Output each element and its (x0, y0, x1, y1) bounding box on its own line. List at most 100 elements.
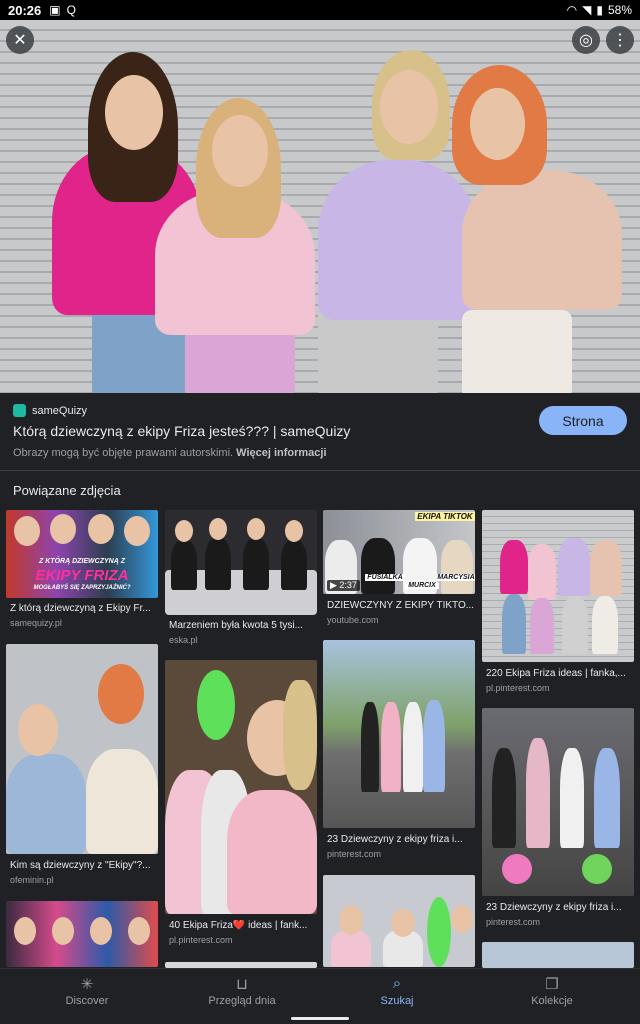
related-thumbnail (482, 942, 634, 968)
related-caption: Kim są dziewczyny z "Ekipy"?... (10, 860, 151, 871)
figure-top (86, 749, 158, 854)
related-thumbnail (6, 901, 158, 967)
related-thumbnail (165, 660, 317, 914)
lens-button[interactable]: ◎ (572, 26, 600, 54)
related-domain: pl.pinterest.com (169, 935, 233, 945)
related-item[interactable]: 40 Ekipa Friza❤️ ideas | fank... pl.pint… (165, 660, 317, 950)
duration-text: 2:37 (339, 580, 357, 590)
figure (381, 702, 401, 792)
related-domain: samequizy.pl (10, 618, 62, 628)
headphones-icon: ◠ (566, 3, 578, 17)
figure-face (124, 516, 150, 546)
related-domain: pinterest.com (327, 849, 382, 859)
asterisk-icon: ✳ (80, 976, 94, 993)
banner-line1: Z KTÓRĄ DZIEWCZYNĄ Z (39, 558, 125, 565)
related-thumbnail: Z KTÓRĄ DZIEWCZYNĄ Z EKIPY FRIZA MOGŁABY… (6, 510, 158, 598)
related-heading: Powiązane zdjęcia (13, 483, 121, 498)
related-item[interactable]: Z KTÓRĄ DZIEWCZYNĄ Z EKIPY FRIZA MOGŁABY… (6, 510, 158, 630)
figure (205, 538, 231, 590)
more-options-button[interactable]: ⋮ (606, 26, 634, 54)
related-caption: 220 Ekipa Friza ideas | fanka,... (486, 668, 626, 679)
video-tag: EKIPA TIKTOK (415, 512, 475, 521)
q-app-icon: Q (66, 3, 76, 17)
result-source[interactable]: sameQuizy (13, 404, 87, 417)
copyright-notice: Obrazy mogą być objęte prawami autorskim… (13, 447, 327, 459)
nav-label: Kolekcje (531, 995, 573, 1007)
figure (590, 540, 622, 596)
more-info-link[interactable]: Więcej informacji (236, 447, 326, 459)
figure (403, 702, 423, 792)
battery-level: 58% (607, 3, 632, 17)
figure (526, 738, 550, 848)
related-domain: ofeminin.pl (10, 875, 54, 885)
close-icon: ✕ (13, 32, 27, 49)
related-caption: Z którą dziewczyną z Ekipy Fr... (10, 603, 151, 614)
preview-image[interactable]: ✕ ◎ ⋮ (0, 20, 640, 393)
figure (500, 540, 528, 594)
figure (558, 538, 590, 596)
status-bar: 20:26 ▣ Q ◠ ◥ ▮ 58% (0, 0, 640, 20)
related-item[interactable] (482, 942, 634, 968)
related-thumbnail (482, 708, 634, 896)
figure-face (90, 917, 112, 945)
cartoon-icon (502, 854, 532, 884)
related-caption: Marzeniem była kwota 5 tysi... (169, 620, 303, 631)
figure-face (105, 75, 163, 150)
status-time: 20:26 (8, 2, 42, 18)
wifi-icon: ◥ (582, 3, 592, 17)
related-domain: pl.pinterest.com (486, 683, 550, 693)
result-title[interactable]: Którą dziewczyną z ekipy Friza jesteś???… (13, 423, 533, 439)
figure-face (50, 514, 76, 544)
related-item[interactable]: EKIPA TIKTOK FUSIALKA MURCIX MARCYSIA ▶ … (323, 510, 475, 630)
figure (243, 538, 269, 590)
related-item[interactable]: Kim są dziewczyny z "Ekipy"?... ofeminin… (6, 644, 158, 890)
gallery-icon: ▣ (49, 3, 61, 17)
figure (502, 594, 526, 654)
related-item[interactable]: Marzeniem była kwota 5 tysi... eska.pl (165, 510, 317, 650)
visit-button[interactable]: Strona (539, 406, 627, 435)
figure-face (339, 905, 363, 935)
figure-green-hair (427, 897, 451, 967)
related-item[interactable]: 23 Dziewczyny z ekipy friza i... pintere… (323, 640, 475, 862)
figure-face (88, 514, 114, 544)
figure-face (470, 88, 525, 160)
related-item[interactable]: 23 Dziewczyny z ekipy friza i... pintere… (482, 708, 634, 930)
battery-icon: ▮ (596, 3, 603, 17)
nav-search[interactable]: ⌕ Szukaj (327, 975, 467, 1007)
related-item[interactable]: 220 Ekipa Friza ideas | fanka,... pl.pin… (482, 510, 634, 696)
figure (560, 748, 584, 848)
related-thumbnail (6, 644, 158, 854)
video-name: FUSIALKA (365, 574, 405, 581)
figure (528, 544, 556, 600)
nav-discover[interactable]: ✳ Discover (17, 975, 157, 1007)
nav-daily[interactable]: ⊔ Przegląd dnia (172, 975, 312, 1007)
related-caption: 23 Dziewczyny z ekipy friza i... (486, 902, 622, 913)
gesture-bar[interactable] (291, 1017, 349, 1020)
figure-lavender-shirt (318, 160, 478, 320)
related-domain: youtube.com (327, 615, 379, 625)
related-domain: eska.pl (169, 635, 198, 645)
figure-face (391, 909, 415, 937)
lens-icon: ◎ (579, 32, 593, 49)
related-item[interactable] (6, 901, 158, 967)
search-icon: ⌕ (392, 975, 402, 992)
figure-face (14, 917, 36, 945)
video-name: MURCIX (405, 582, 439, 589)
nav-label: Przegląd dnia (208, 995, 276, 1007)
nav-collections[interactable]: ❐ Kolekcje (482, 975, 622, 1007)
cartoon-icon (582, 854, 612, 884)
banner-line3: MOGŁABYŚ SIĘ ZAPRZYJAŹNIĆ? (33, 585, 131, 591)
related-thumbnail (323, 875, 475, 967)
figure (171, 540, 197, 590)
related-thumbnail: EKIPA TIKTOK FUSIALKA MURCIX MARCYSIA ▶ … (323, 510, 475, 594)
copyright-text: Obrazy mogą być objęte prawami autorskim… (13, 447, 234, 459)
figure-green-hair (197, 670, 235, 740)
related-item[interactable] (323, 875, 475, 967)
figure (423, 700, 445, 792)
figure (594, 748, 620, 848)
figure-joggers (462, 310, 572, 393)
figure-face (285, 520, 303, 542)
related-caption: 40 Ekipa Friza❤️ ideas | fank... (169, 920, 308, 931)
close-button[interactable]: ✕ (6, 26, 34, 54)
inbox-icon: ⊔ (236, 976, 248, 993)
